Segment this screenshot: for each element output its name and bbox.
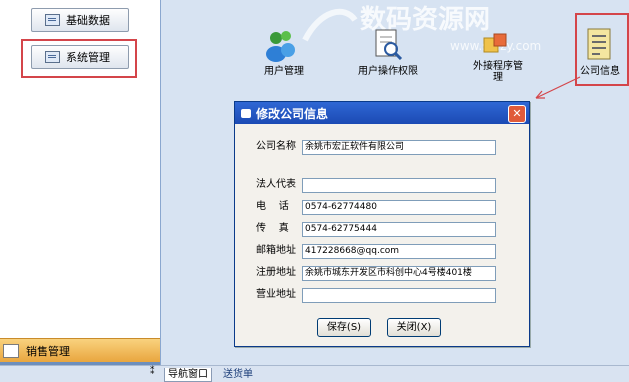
fax-label: 传 真: [256, 223, 289, 234]
navigation-panel: 基础数据 系统管理: [0, 0, 161, 365]
basic-data-label: 基础数据: [66, 14, 110, 27]
company-name-field[interactable]: 余姚市宏正软件有限公司: [302, 140, 496, 155]
reg-address-label: 注册地址: [256, 267, 296, 278]
permissions-icon: [375, 29, 403, 61]
legal-rep-field[interactable]: [302, 178, 496, 193]
company-info-icon: [587, 28, 611, 60]
email-field[interactable]: 417228668@qq.com: [302, 244, 496, 259]
email-label: 邮箱地址: [256, 245, 296, 256]
external-program-label-line1: 外接程序管: [473, 61, 523, 72]
dialog-title-icon: [241, 108, 251, 118]
edit-company-info-dialog: 修改公司信息 ✕ 公司名称 余姚市宏正软件有限公司 法人代表 电 话 0574-…: [234, 101, 530, 347]
company-name-label: 公司名称: [256, 141, 296, 152]
plugin-icon: [483, 33, 507, 53]
biz-address-label: 营业地址: [256, 289, 296, 300]
user-permissions-shortcut[interactable]: [373, 28, 403, 61]
reg-address-field[interactable]: 余姚市城东开发区市科创中心4号楼401楼: [302, 266, 496, 281]
annotation-arrow: [535, 76, 581, 99]
tab-delivery-note[interactable]: 送货单: [220, 368, 256, 381]
basic-data-icon: [45, 14, 60, 26]
sales-management-icon: [3, 344, 19, 358]
users-icon: [266, 31, 295, 62]
basic-data-button[interactable]: 基础数据: [31, 8, 129, 32]
dialog-title-bar[interactable]: 修改公司信息 ✕: [235, 102, 529, 124]
fax-field[interactable]: 0574-62775444: [302, 222, 496, 237]
watermark-logo: 数码资源网 www.smzy.com: [302, 5, 541, 53]
phone-label: 电 话: [256, 201, 289, 212]
bottom-tab-strip: ⁑ 导航窗口 送货单: [0, 365, 629, 382]
save-button[interactable]: 保存(S): [317, 318, 371, 337]
user-management-label: 用户管理: [264, 66, 304, 77]
system-management-label: 系统管理: [66, 51, 110, 64]
external-program-shortcut[interactable]: [480, 30, 510, 58]
external-program-label-line2: 理: [493, 72, 503, 83]
phone-field[interactable]: 0574-62774480: [302, 200, 496, 215]
close-button[interactable]: 关闭(X): [387, 318, 441, 337]
dialog-title: 修改公司信息: [256, 106, 329, 121]
sales-management-button[interactable]: 销售管理: [0, 338, 160, 363]
biz-address-field[interactable]: [302, 288, 496, 303]
external-program-label: 外接程序管 理: [466, 61, 530, 83]
tab-nav-window[interactable]: 导航窗口: [164, 368, 212, 382]
dialog-close-button[interactable]: ✕: [508, 105, 526, 123]
user-management-shortcut[interactable]: [263, 28, 297, 62]
system-management-icon: [45, 51, 60, 63]
company-info-shortcut[interactable]: [586, 27, 612, 61]
user-permissions-label: 用户操作权限: [358, 66, 418, 77]
legal-rep-label: 法人代表: [256, 179, 296, 190]
system-management-button[interactable]: 系统管理: [31, 45, 129, 69]
scroll-arrows-icon[interactable]: ⁑: [150, 367, 155, 377]
sales-management-label: 销售管理: [26, 345, 70, 358]
